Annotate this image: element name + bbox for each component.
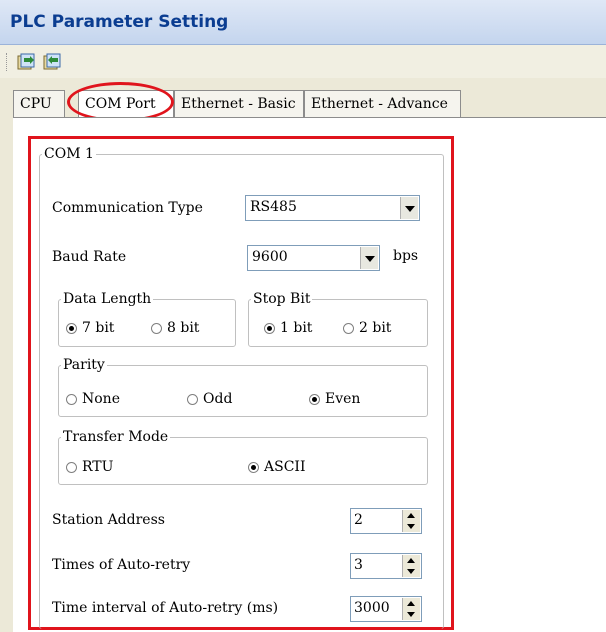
radio-unchecked-icon: [66, 461, 77, 473]
radio-unchecked-icon: [187, 393, 198, 405]
spin-down-icon[interactable]: [402, 609, 420, 620]
retry-interval-value: 3000: [354, 600, 390, 616]
radio-checked-icon: [248, 461, 259, 473]
baud-rate-value: 9600: [252, 249, 288, 265]
radio-label: Odd: [203, 391, 233, 407]
radio-label: RTU: [82, 459, 114, 475]
baud-rate-label: Baud Rate: [52, 249, 127, 265]
comm-type-select[interactable]: RS485: [245, 195, 420, 221]
transfer-mode-ascii-radio[interactable]: ASCII: [248, 459, 305, 475]
window-title: PLC Parameter Setting: [10, 12, 229, 32]
title-bar: PLC Parameter Setting: [0, 0, 606, 45]
tab-cpu[interactable]: CPU: [13, 90, 65, 117]
auto-retry-stepper[interactable]: 3: [350, 553, 422, 579]
transfer-mode-group: Transfer Mode: [58, 429, 428, 485]
auto-retry-value: 3: [354, 557, 363, 573]
comm-type-value: RS485: [250, 199, 297, 215]
data-length-8bit-radio[interactable]: 8 bit: [151, 320, 199, 336]
retry-interval-label: Time interval of Auto-retry (ms): [52, 600, 279, 616]
auto-retry-label: Times of Auto-retry: [52, 557, 191, 573]
radio-label: ASCII: [264, 459, 306, 475]
radio-label: 7 bit: [82, 320, 115, 336]
radio-checked-icon: [309, 393, 320, 405]
spin-down-icon[interactable]: [402, 521, 420, 532]
tab-ethernet-basic[interactable]: Ethernet - Basic: [174, 90, 304, 117]
tab-ethernet-advance[interactable]: Ethernet - Advance: [304, 90, 461, 117]
export-icon[interactable]: [42, 52, 62, 72]
parity-none-radio[interactable]: None: [66, 391, 120, 407]
data-length-label: Data Length: [61, 291, 154, 307]
radio-checked-icon: [264, 322, 275, 334]
radio-label: 1 bit: [280, 320, 313, 336]
radio-checked-icon: [66, 322, 77, 334]
parity-even-radio[interactable]: Even: [309, 391, 360, 407]
transfer-mode-label: Transfer Mode: [61, 429, 171, 445]
import-icon[interactable]: [16, 52, 36, 72]
chevron-down-icon[interactable]: [400, 197, 418, 219]
chevron-down-icon[interactable]: [360, 247, 378, 269]
tab-com-port[interactable]: COM Port: [78, 90, 174, 117]
radio-unchecked-icon: [151, 322, 162, 334]
station-address-value: 2: [354, 512, 363, 528]
spin-down-icon[interactable]: [402, 566, 420, 577]
parity-odd-radio[interactable]: Odd: [187, 391, 232, 407]
stop-bit-2bit-radio[interactable]: 2 bit: [343, 320, 391, 336]
data-length-7bit-radio[interactable]: 7 bit: [66, 320, 114, 336]
baud-unit: bps: [393, 248, 419, 264]
station-address-stepper[interactable]: 2: [350, 508, 422, 534]
transfer-mode-rtu-radio[interactable]: RTU: [66, 459, 113, 475]
com1-group-label: COM 1: [42, 146, 96, 162]
toolbar: [0, 45, 606, 78]
comm-type-label: Communication Type: [52, 200, 203, 216]
radio-label: Even: [325, 391, 361, 407]
radio-label: None: [82, 391, 120, 407]
baud-rate-select[interactable]: 9600: [247, 245, 380, 271]
station-address-label: Station Address: [52, 512, 165, 528]
radio-unchecked-icon: [66, 393, 77, 405]
radio-unchecked-icon: [343, 322, 354, 334]
parity-label: Parity: [61, 357, 107, 373]
stop-bit-label: Stop Bit: [251, 291, 313, 307]
stop-bit-1bit-radio[interactable]: 1 bit: [264, 320, 312, 336]
tab-strip: CPU COM Port Ethernet - Basic Ethernet -…: [13, 90, 606, 118]
toolbar-grip[interactable]: [6, 53, 10, 71]
radio-label: 2 bit: [359, 320, 392, 336]
radio-label: 8 bit: [167, 320, 200, 336]
retry-interval-stepper[interactable]: 3000: [350, 596, 422, 622]
